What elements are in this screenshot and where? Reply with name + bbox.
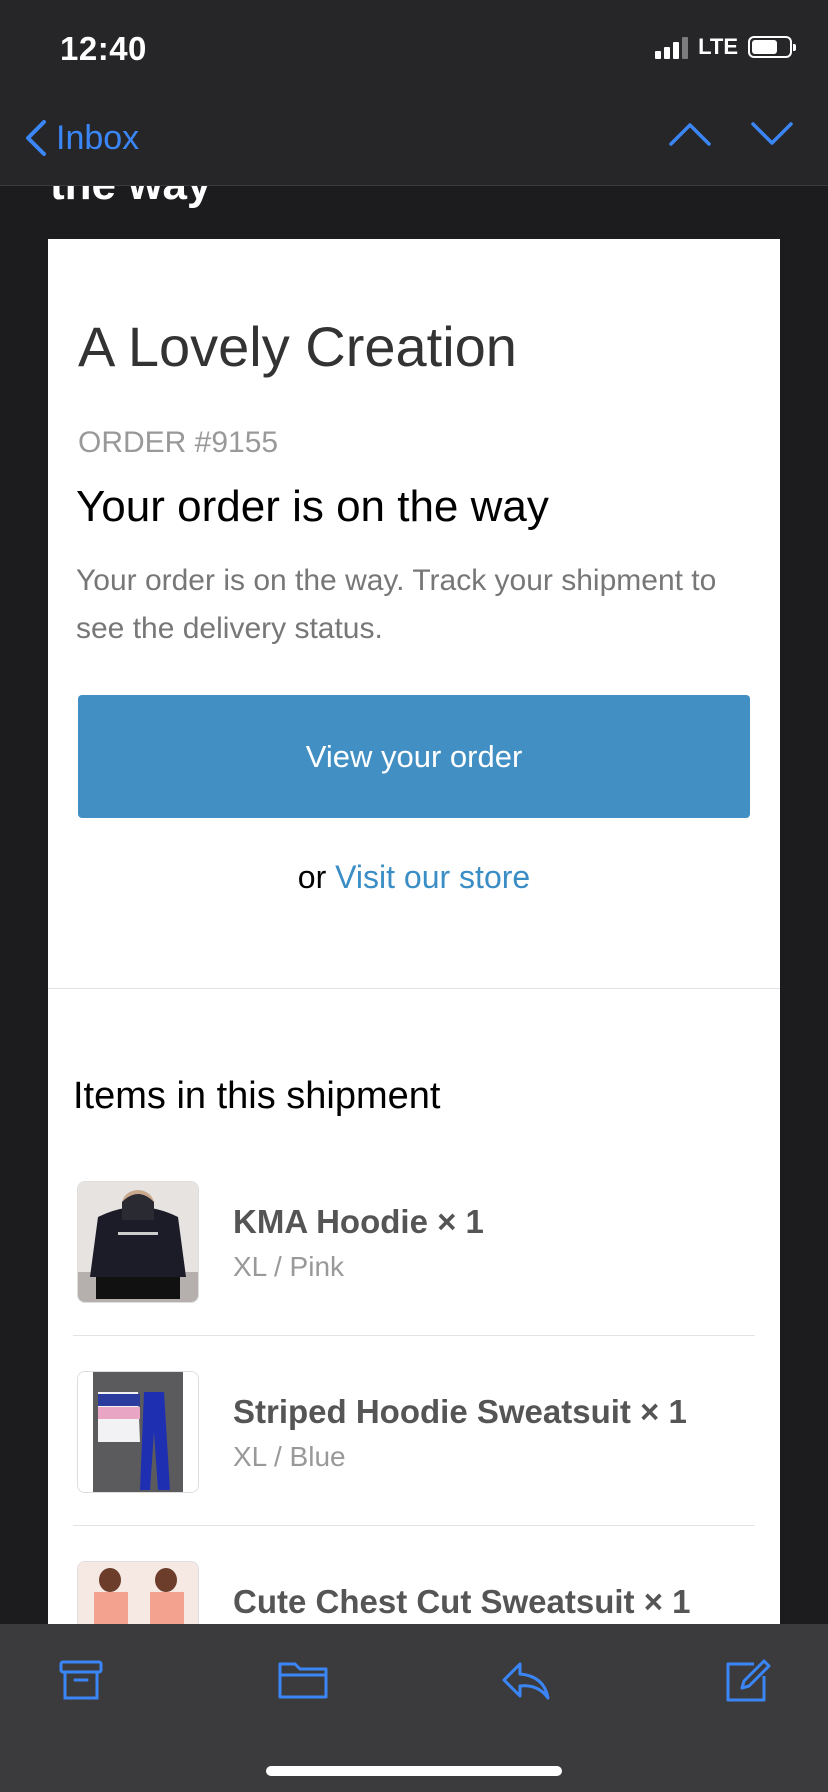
or-text: or [297, 859, 327, 895]
item-name: Cute Chest Cut Sweatsuit × 1 [233, 1583, 691, 1620]
store-link-line: or Visit our store [48, 859, 780, 896]
reply-icon[interactable] [500, 1658, 552, 1702]
order-number: ORDER #9155 [78, 426, 279, 459]
back-label: Inbox [56, 118, 140, 157]
product-thumbnail [77, 1181, 199, 1303]
battery-icon [748, 36, 796, 58]
status-time: 12:40 [60, 30, 147, 67]
status-icons: LTE [655, 34, 796, 60]
top-bar: 12:40 LTE Inbox [0, 0, 828, 186]
chevron-up-icon[interactable] [668, 120, 712, 148]
email-body: A Lovely Creation ORDER #9155 Your order… [48, 239, 780, 1624]
product-thumbnail [77, 1371, 199, 1493]
chevron-down-icon[interactable] [750, 120, 794, 148]
list-item[interactable]: KMA Hoodie × 1 XL / Pink [73, 1181, 755, 1371]
network-label: LTE [698, 34, 738, 59]
list-item[interactable]: Striped Hoodie Sweatsuit × 1 XL / Blue [73, 1371, 755, 1561]
visit-store-link[interactable]: Visit our store [335, 859, 530, 895]
signal-icon [655, 35, 689, 59]
list-item[interactable]: Cute Chest Cut Sweatsuit × 1 [73, 1561, 753, 1624]
chevron-left-icon [26, 120, 46, 156]
back-button[interactable]: Inbox [24, 118, 139, 158]
product-thumbnail [77, 1561, 199, 1624]
view-order-button[interactable]: View your order [78, 695, 750, 818]
email-headline: Your order is on the way [76, 482, 549, 531]
folder-icon[interactable] [277, 1658, 329, 1700]
section-divider [48, 988, 780, 989]
items-title: Items in this shipment [73, 1075, 441, 1117]
compose-icon[interactable] [724, 1658, 772, 1704]
item-divider [73, 1335, 755, 1336]
item-variant: XL / Pink [233, 1251, 345, 1282]
item-variant: XL / Blue [233, 1441, 346, 1472]
email-description: Your order is on the way. Track your shi… [76, 564, 717, 645]
message-nav [668, 120, 794, 148]
item-divider [73, 1525, 755, 1526]
archive-icon[interactable] [58, 1658, 104, 1702]
home-indicator[interactable] [266, 1766, 562, 1776]
shop-name: A Lovely Creation [78, 315, 517, 378]
item-name: Striped Hoodie Sweatsuit × 1 [233, 1393, 687, 1430]
item-name: KMA Hoodie × 1 [233, 1203, 484, 1240]
